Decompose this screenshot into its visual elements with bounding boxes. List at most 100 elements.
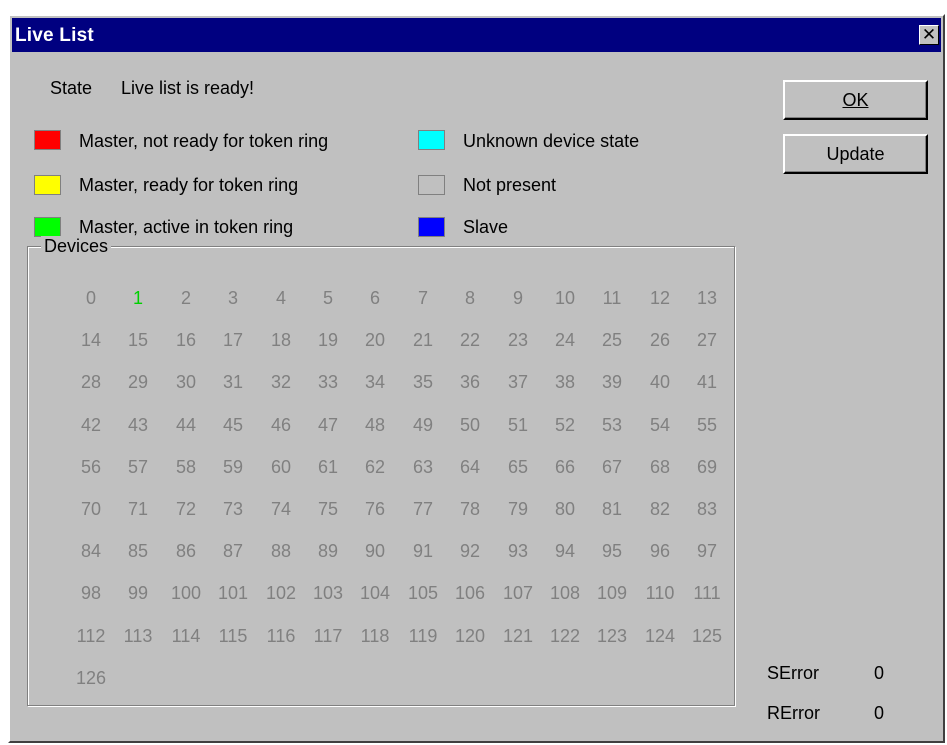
device-39: 39	[601, 372, 623, 392]
device-126: 126	[75, 668, 107, 688]
device-103: 103	[312, 583, 344, 603]
device-21: 21	[412, 330, 434, 350]
device-19: 19	[317, 330, 339, 350]
rerror-label: RError	[767, 703, 820, 723]
device-58: 58	[175, 457, 197, 477]
device-27: 27	[696, 330, 718, 350]
device-125: 125	[691, 626, 723, 646]
ok-button[interactable]: OK	[783, 80, 928, 120]
device-108: 108	[549, 583, 581, 603]
device-106: 106	[454, 583, 486, 603]
device-16: 16	[175, 330, 197, 350]
device-8: 8	[464, 288, 475, 308]
legend-swatch-gray	[418, 175, 445, 195]
device-109: 109	[596, 583, 628, 603]
device-18: 18	[270, 330, 292, 350]
device-79: 79	[507, 499, 529, 519]
device-111: 111	[693, 583, 721, 603]
device-49: 49	[412, 415, 434, 435]
device-4: 4	[275, 288, 286, 308]
close-icon: ✕	[921, 25, 937, 44]
device-76: 76	[364, 499, 386, 519]
device-34: 34	[364, 372, 386, 392]
device-30: 30	[175, 372, 197, 392]
update-button-label: Update	[826, 144, 885, 164]
legend-label-unknown: Unknown device state	[463, 131, 640, 151]
legend-label-master-not-ready: Master, not ready for token ring	[79, 131, 329, 151]
device-48: 48	[364, 415, 386, 435]
device-78: 78	[459, 499, 481, 519]
legend-swatch-blue	[418, 217, 445, 237]
device-118: 118	[360, 626, 390, 646]
device-55: 55	[696, 415, 718, 435]
device-115: 115	[218, 626, 248, 646]
device-66: 66	[554, 457, 576, 477]
device-95: 95	[601, 541, 623, 561]
device-56: 56	[80, 457, 102, 477]
device-47: 47	[317, 415, 339, 435]
device-64: 64	[459, 457, 481, 477]
device-23: 23	[507, 330, 529, 350]
device-11: 11	[602, 288, 622, 308]
close-button[interactable]: ✕	[919, 25, 939, 45]
device-69: 69	[696, 457, 718, 477]
update-button[interactable]: Update	[783, 134, 928, 174]
device-104: 104	[359, 583, 391, 603]
device-89: 89	[317, 541, 339, 561]
state-label: State	[50, 78, 93, 98]
legend-label-master-ready: Master, ready for token ring	[79, 175, 299, 195]
device-31: 31	[222, 372, 244, 392]
device-72: 72	[175, 499, 197, 519]
device-54: 54	[649, 415, 671, 435]
legend-swatch-yellow	[34, 175, 61, 195]
device-32: 32	[270, 372, 292, 392]
device-9: 9	[512, 288, 523, 308]
device-117: 117	[313, 626, 343, 646]
device-83: 83	[696, 499, 718, 519]
device-22: 22	[459, 330, 481, 350]
device-61: 61	[317, 457, 339, 477]
device-114: 114	[171, 626, 201, 646]
device-25: 25	[601, 330, 623, 350]
device-88: 88	[270, 541, 292, 561]
device-37: 37	[507, 372, 529, 392]
device-70: 70	[80, 499, 102, 519]
device-84: 84	[80, 541, 102, 561]
device-40: 40	[649, 372, 671, 392]
legend-label-not-present: Not present	[463, 175, 557, 195]
device-120: 120	[454, 626, 486, 646]
device-90: 90	[364, 541, 386, 561]
state-value: Live list is ready!	[121, 78, 255, 98]
device-5: 5	[322, 288, 333, 308]
device-28: 28	[80, 372, 102, 392]
legend-swatch-red	[34, 130, 61, 150]
device-86: 86	[175, 541, 197, 561]
device-101: 101	[217, 583, 249, 603]
device-33: 33	[317, 372, 339, 392]
device-98: 98	[80, 583, 102, 603]
device-52: 52	[554, 415, 576, 435]
device-62: 62	[364, 457, 386, 477]
device-96: 96	[649, 541, 671, 561]
device-3: 3	[227, 288, 238, 308]
device-91: 91	[412, 541, 434, 561]
device-124: 124	[644, 626, 676, 646]
device-87: 87	[222, 541, 244, 561]
device-13: 13	[696, 288, 718, 308]
device-97: 97	[696, 541, 718, 561]
device-82: 82	[649, 499, 671, 519]
title-bar[interactable]: Live List ✕	[12, 18, 941, 52]
device-110: 110	[645, 583, 675, 603]
ok-button-label: OK	[842, 90, 869, 110]
device-73: 73	[222, 499, 244, 519]
device-105: 105	[407, 583, 439, 603]
device-6: 6	[369, 288, 380, 308]
device-71: 71	[127, 499, 149, 519]
device-81: 81	[601, 499, 623, 519]
device-107: 107	[502, 583, 534, 603]
device-67: 67	[601, 457, 623, 477]
device-121: 121	[502, 626, 534, 646]
legend-swatch-cyan	[418, 130, 445, 150]
device-60: 60	[270, 457, 292, 477]
device-113: 113	[123, 626, 153, 646]
